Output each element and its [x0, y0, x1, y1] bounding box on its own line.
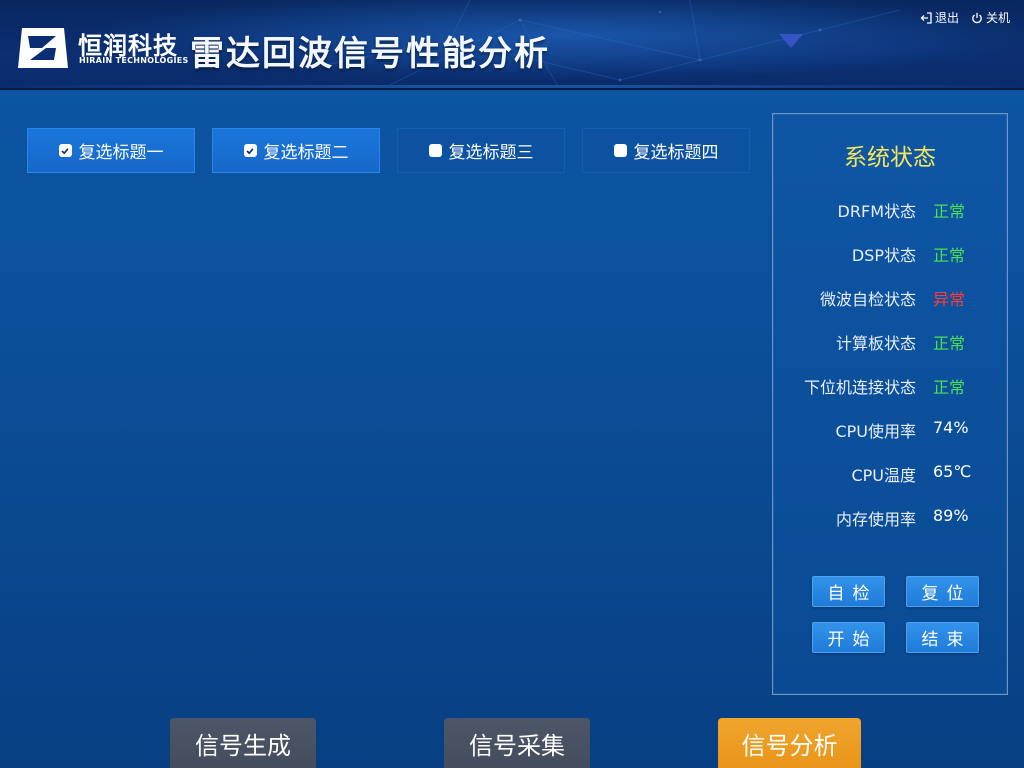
checkbox-tab-1[interactable]: 复选标题一 — [27, 128, 195, 173]
status-row-compute-board: 计算板状态 正常 — [773, 330, 1009, 353]
status-value: 正常 — [933, 334, 966, 353]
checkbox-tab-label: 复选标题四 — [633, 143, 719, 163]
hirain-logo-icon — [18, 28, 68, 68]
start-button[interactable]: 开始 — [812, 622, 885, 653]
checkbox-tab-row: 复选标题一 复选标题二 复选标题三 复选标题四 — [27, 128, 750, 173]
status-value: 65℃ — [933, 462, 972, 481]
shutdown-button[interactable]: 关机 — [971, 9, 1010, 26]
checkbox-tab-2[interactable]: 复选标题二 — [212, 128, 380, 173]
checkbox-tab-label: 复选标题一 — [78, 143, 164, 163]
status-row-microwave: 微波自检状态 异常 — [773, 286, 1009, 309]
shutdown-label: 关机 — [985, 11, 1010, 25]
status-value: 74% — [933, 418, 969, 437]
reset-button[interactable]: 复位 — [906, 576, 979, 607]
status-label: CPU使用率 — [835, 422, 916, 441]
brand-name-en: HIRAIN TECHNOLOGIES — [79, 56, 189, 65]
logout-label: 退出 — [934, 11, 959, 25]
status-label: 计算板状态 — [835, 334, 916, 353]
status-label: DRFM状态 — [837, 202, 916, 221]
status-value: 异常 — [933, 290, 966, 309]
status-label: CPU温度 — [851, 466, 916, 485]
status-label: 下位机连接状态 — [803, 378, 916, 397]
checkbox-tab-3[interactable]: 复选标题三 — [397, 128, 565, 173]
system-status-panel: 系统状态 DRFM状态 正常 DSP状态 正常 微波自检状态 异常 计算板状态 … — [772, 113, 1008, 695]
app-title: 雷达回波信号性能分析 — [190, 34, 550, 74]
nav-signal-analysis[interactable]: 信号分析 — [718, 718, 861, 768]
checkbox-tab-4[interactable]: 复选标题四 — [582, 128, 750, 173]
decorative-triangle — [779, 34, 803, 48]
status-row-lower-computer: 下位机连接状态 正常 — [773, 374, 1009, 397]
checkbox-tab-label: 复选标题二 — [263, 143, 349, 163]
panel-title: 系统状态 — [844, 145, 936, 171]
status-row-cpu-temp: CPU温度 65℃ — [773, 462, 1009, 485]
self-check-button[interactable]: 自检 — [812, 576, 885, 607]
status-value: 89% — [933, 506, 969, 525]
checkbox-checked-icon[interactable] — [243, 144, 257, 157]
status-label: 内存使用率 — [835, 510, 916, 529]
header-bar: 恒润科技 HIRAIN TECHNOLOGIES 雷达回波信号性能分析 退出 关… — [0, 0, 1024, 90]
nav-signal-acquisition[interactable]: 信号采集 — [444, 718, 590, 768]
checkbox-checked-icon[interactable] — [58, 144, 72, 157]
checkbox-unchecked-icon[interactable] — [613, 144, 627, 157]
status-row-cpu-usage: CPU使用率 74% — [773, 418, 1009, 441]
logout-icon — [920, 11, 932, 24]
nav-signal-generation[interactable]: 信号生成 — [170, 718, 316, 768]
status-row-memory-usage: 内存使用率 89% — [773, 506, 1009, 529]
status-label: 微波自检状态 — [819, 290, 916, 309]
top-actions: 退出 关机 — [920, 9, 1010, 26]
status-value: 正常 — [933, 246, 966, 265]
logout-button[interactable]: 退出 — [920, 9, 959, 26]
power-icon — [972, 12, 982, 23]
status-value: 正常 — [933, 202, 966, 221]
checkbox-unchecked-icon[interactable] — [428, 144, 442, 157]
status-row-dsp: DSP状态 正常 — [773, 242, 1009, 265]
status-value: 正常 — [933, 378, 966, 397]
checkbox-tab-label: 复选标题三 — [448, 143, 534, 163]
status-label: DSP状态 — [851, 246, 916, 265]
end-button[interactable]: 结束 — [906, 622, 979, 653]
status-row-drfm: DRFM状态 正常 — [773, 198, 1009, 221]
